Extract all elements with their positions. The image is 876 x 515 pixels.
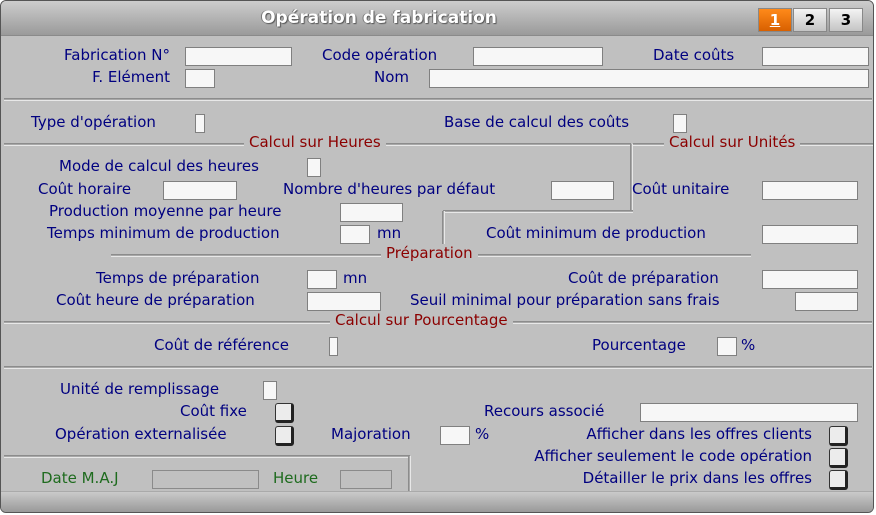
unite-remplissage-input[interactable] <box>263 381 277 400</box>
date-maj-label: Date M.A.J <box>41 469 119 487</box>
date-maj-input <box>152 470 259 489</box>
tab-3[interactable]: 3 <box>829 8 863 32</box>
date-couts-label: Date coûts <box>653 46 735 64</box>
majoration-label: Majoration <box>331 425 411 443</box>
code-operation-input[interactable] <box>473 47 603 66</box>
operation-externalisee-checkbox[interactable] <box>275 426 294 446</box>
code-operation-label: Code opération <box>322 46 438 64</box>
majoration-input[interactable] <box>440 426 470 445</box>
base-calcul-label: Base de calcul des coûts <box>444 113 630 131</box>
divider <box>442 211 445 247</box>
afficher-code-label: Afficher seulement le code opération <box>534 447 812 465</box>
cout-preparation-label: Coût de préparation <box>568 269 719 287</box>
section-calcul-heures: Calcul sur Heures <box>244 133 386 151</box>
type-operation-label: Type d'opération <box>31 113 156 131</box>
section-calcul-pourcentage: Calcul sur Pourcentage <box>330 311 513 329</box>
tab-2[interactable]: 2 <box>793 8 827 32</box>
cout-unitaire-label: Coût unitaire <box>632 180 730 198</box>
afficher-code-checkbox[interactable] <box>829 448 848 468</box>
temps-preparation-unit: mn <box>343 269 368 287</box>
cout-unitaire-input[interactable] <box>762 181 858 200</box>
mode-calcul-label: Mode de calcul des heures <box>59 157 259 175</box>
seuil-label: Seuil minimal pour préparation sans frai… <box>410 291 720 309</box>
cout-heure-preparation-input[interactable] <box>307 292 381 311</box>
majoration-unit: % <box>475 425 490 443</box>
base-calcul-input[interactable] <box>673 114 687 133</box>
temps-minimum-unit: mn <box>377 224 402 242</box>
afficher-offres-label: Afficher dans les offres clients <box>586 425 812 443</box>
nom-input[interactable] <box>429 69 869 88</box>
pourcentage-label: Pourcentage <box>592 336 686 354</box>
f-element-label: F. Elément <box>92 68 170 86</box>
temps-preparation-input[interactable] <box>307 270 337 289</box>
cout-reference-input[interactable] <box>329 337 338 356</box>
heure-label: Heure <box>273 469 319 487</box>
divider <box>4 366 872 369</box>
type-operation-input[interactable] <box>195 114 205 133</box>
tab-1[interactable]: 1 <box>758 8 792 32</box>
fabrication-no-label: Fabrication N° <box>64 46 170 64</box>
cout-fixe-label: Coût fixe <box>180 402 247 420</box>
pourcentage-unit: % <box>741 336 756 354</box>
cout-preparation-input[interactable] <box>762 270 858 289</box>
window: Opération de fabrication 1 2 3 Fabricati… <box>0 0 874 513</box>
divider <box>443 210 633 213</box>
section-calcul-unites: Calcul sur Unités <box>664 133 801 151</box>
recours-associe-label: Recours associé <box>484 402 605 420</box>
date-couts-input[interactable] <box>762 47 869 66</box>
cout-minimum-input[interactable] <box>762 225 858 244</box>
nom-label: Nom <box>374 68 410 86</box>
divider <box>408 456 411 494</box>
production-moyenne-label: Production moyenne par heure <box>49 202 282 220</box>
afficher-offres-checkbox[interactable] <box>829 426 848 446</box>
f-element-input[interactable] <box>185 69 215 88</box>
cout-fixe-checkbox[interactable] <box>275 403 294 423</box>
fabrication-no-input[interactable] <box>185 47 292 66</box>
mode-calcul-input[interactable] <box>307 158 321 177</box>
nb-heures-label: Nombre d'heures par défaut <box>283 180 496 198</box>
divider <box>630 144 633 211</box>
temps-minimum-label: Temps minimum de production <box>47 224 280 242</box>
cout-heure-preparation-label: Coût heure de préparation <box>56 291 255 309</box>
divider <box>4 98 872 101</box>
nb-heures-input[interactable] <box>551 181 614 200</box>
heure-input <box>340 470 392 489</box>
detailler-prix-label: Détailler le prix dans les offres <box>582 469 812 487</box>
production-moyenne-input[interactable] <box>340 203 403 222</box>
operation-externalisee-label: Opération externalisée <box>55 425 227 443</box>
cout-minimum-label: Coût minimum de production <box>486 224 706 242</box>
status-bar <box>1 491 873 512</box>
cout-horaire-label: Coût horaire <box>38 180 132 198</box>
title-bar: Opération de fabrication 1 2 3 <box>1 1 873 36</box>
temps-minimum-input[interactable] <box>340 225 370 244</box>
window-title: Opération de fabrication <box>261 8 497 28</box>
section-preparation: Préparation <box>381 244 478 262</box>
recours-associe-input[interactable] <box>640 403 858 422</box>
seuil-input[interactable] <box>795 292 858 311</box>
cout-reference-label: Coût de référence <box>154 336 289 354</box>
divider <box>4 455 410 458</box>
unite-remplissage-label: Unité de remplissage <box>60 380 220 398</box>
pourcentage-input[interactable] <box>717 337 737 356</box>
cout-horaire-input[interactable] <box>163 181 237 200</box>
temps-preparation-label: Temps de préparation <box>96 269 260 287</box>
detailler-prix-checkbox[interactable] <box>829 470 848 490</box>
